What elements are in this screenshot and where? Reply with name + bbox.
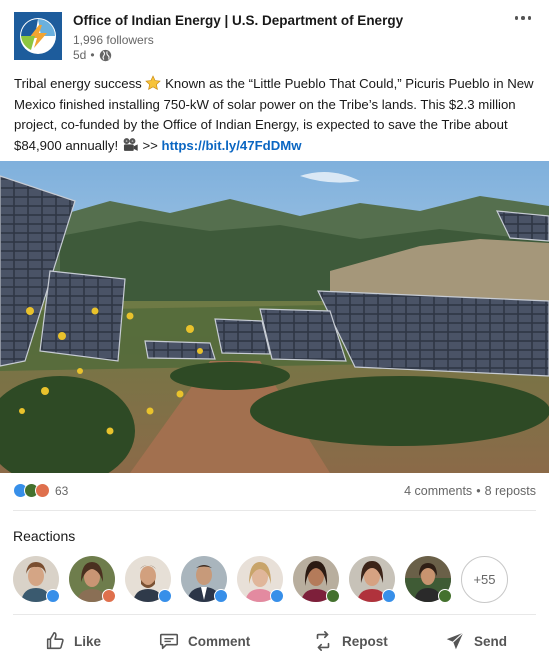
like-badge-icon: [270, 589, 284, 603]
film-projector-icon: [123, 137, 138, 151]
like-button[interactable]: Like: [44, 628, 101, 654]
like-badge-icon: [158, 589, 172, 603]
celebrate-badge-icon: [326, 589, 340, 603]
send-icon: [446, 632, 464, 650]
repost-label: Repost: [342, 633, 388, 649]
love-reaction-icon: [35, 483, 50, 498]
solar-array-photo: [0, 161, 549, 473]
like-badge-icon: [214, 589, 228, 603]
divider: [13, 510, 536, 511]
reaction-icons[interactable]: [13, 483, 50, 498]
comments-reposts: 4 comments • 8 reposts: [404, 484, 536, 498]
repost-icon: [316, 631, 330, 651]
post-header: Office of Indian Energy | U.S. Departmen…: [0, 0, 549, 70]
love-badge-icon: [102, 589, 116, 603]
reactions-heading: Reactions: [13, 528, 76, 544]
meta-separator: •: [90, 48, 95, 62]
like-label: Like: [74, 633, 102, 649]
repost-button[interactable]: Repost: [312, 628, 388, 654]
comment-count[interactable]: 4 comments: [404, 484, 472, 498]
follower-count: 1,996 followers: [73, 33, 154, 47]
thumbs-up-icon: [46, 631, 64, 650]
post-image[interactable]: [0, 161, 549, 473]
post-actions: Like Comment Repost Send: [0, 622, 549, 660]
organization-name[interactable]: Office of Indian Energy | U.S. Departmen…: [73, 13, 403, 28]
more-options-icon[interactable]: [511, 8, 535, 28]
more-reactions-button[interactable]: +55: [461, 556, 508, 603]
globe-icon: [99, 49, 111, 61]
celebrate-badge-icon: [438, 589, 452, 603]
organization-logo[interactable]: [14, 12, 62, 60]
comment-button[interactable]: Comment: [158, 628, 250, 654]
comment-icon: [159, 633, 179, 650]
divider: [13, 614, 536, 615]
energy-logo-icon: [20, 18, 56, 54]
stats-separator: •: [476, 484, 481, 498]
star-icon: [145, 75, 162, 90]
reaction-count[interactable]: 63: [55, 484, 68, 498]
post-meta: 5d •: [73, 48, 112, 62]
post-body: Tribal energy success Known as the “Litt…: [14, 74, 539, 156]
like-badge-icon: [382, 589, 396, 603]
post-link[interactable]: https://bit.ly/47FdDMw: [162, 138, 302, 153]
post-age: 5d: [73, 48, 87, 62]
send-label: Send: [474, 633, 508, 649]
post-text-arrows: >>: [138, 137, 162, 153]
send-button[interactable]: Send: [444, 628, 507, 654]
post-text-intro: Tribal energy success: [14, 76, 146, 91]
post-stats: 63 4 comments • 8 reposts: [0, 478, 549, 504]
repost-count[interactable]: 8 reposts: [485, 484, 536, 498]
comment-label: Comment: [188, 633, 251, 649]
like-badge-icon: [46, 589, 60, 603]
